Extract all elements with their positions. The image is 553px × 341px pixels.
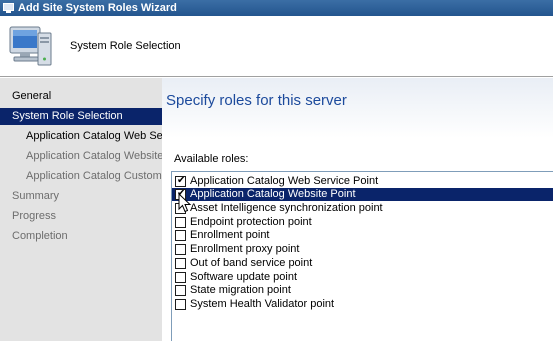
role-label: Enrollment proxy point [190, 243, 300, 255]
mouse-pointer-icon [178, 192, 192, 213]
role-label: Out of band service point [190, 257, 313, 269]
sidebar-item-app-catalog-customization[interactable]: Application Catalog Customi [0, 168, 162, 185]
role-row[interactable]: Asset Intelligence synchronization point [172, 202, 553, 215]
computer-icon [8, 23, 54, 69]
role-label: Application Catalog Web Service Point [190, 175, 379, 187]
available-roles-label: Available roles: [174, 153, 249, 165]
sidebar-item-general[interactable]: General [0, 88, 162, 105]
sidebar-item-app-catalog-web-service[interactable]: Application Catalog Web Se [0, 128, 162, 145]
role-label: Application Catalog Website Point [190, 188, 356, 200]
role-label: Endpoint protection point [190, 216, 312, 228]
page-heading: Specify roles for this server [166, 92, 347, 109]
role-checkbox[interactable]: ✔ [175, 176, 186, 187]
role-row[interactable]: ✔ Application Catalog Web Service Point [172, 175, 553, 188]
role-row[interactable]: Software update point [172, 271, 553, 284]
sidebar-item-progress[interactable]: Progress [0, 208, 162, 225]
role-checkbox[interactable] [175, 244, 186, 255]
role-checkbox[interactable] [175, 217, 186, 228]
role-checkbox[interactable] [175, 299, 186, 310]
sidebar-item-app-catalog-website[interactable]: Application Catalog Website [0, 148, 162, 165]
roles-list[interactable]: ✔ Application Catalog Web Service Point … [171, 171, 553, 341]
wizard-app-icon [3, 2, 14, 14]
title-bar: Add Site System Roles Wizard [0, 0, 553, 16]
role-checkbox[interactable] [175, 230, 186, 241]
role-checkbox[interactable] [175, 272, 186, 283]
role-label: Asset Intelligence synchronization point [190, 202, 383, 214]
role-label: System Health Validator point [190, 298, 335, 310]
role-label: State migration point [190, 284, 291, 296]
role-row[interactable]: Endpoint protection point [172, 216, 553, 229]
role-label: Software update point [190, 271, 298, 283]
checkmark-icon: ✔ [177, 175, 186, 186]
role-row[interactable]: Out of band service point [172, 257, 553, 270]
wizard-sidebar: General System Role Selection Applicatio… [0, 78, 162, 341]
role-checkbox[interactable] [175, 258, 186, 269]
role-row[interactable]: Enrollment point [172, 229, 553, 242]
role-row[interactable]: System Health Validator point [172, 298, 553, 311]
role-label: Enrollment point [190, 229, 270, 241]
wizard-header: System Role Selection [0, 16, 553, 77]
sidebar-item-system-role-selection[interactable]: System Role Selection [0, 108, 162, 125]
role-row[interactable]: Enrollment proxy point [172, 243, 553, 256]
role-row[interactable]: ✔ Application Catalog Website Point [172, 188, 553, 201]
window-title: Add Site System Roles Wizard [18, 2, 177, 14]
step-title: System Role Selection [70, 40, 181, 52]
sidebar-item-completion[interactable]: Completion [0, 228, 162, 245]
role-checkbox[interactable] [175, 285, 186, 296]
sidebar-item-summary[interactable]: Summary [0, 188, 162, 205]
role-row[interactable]: State migration point [172, 284, 553, 297]
